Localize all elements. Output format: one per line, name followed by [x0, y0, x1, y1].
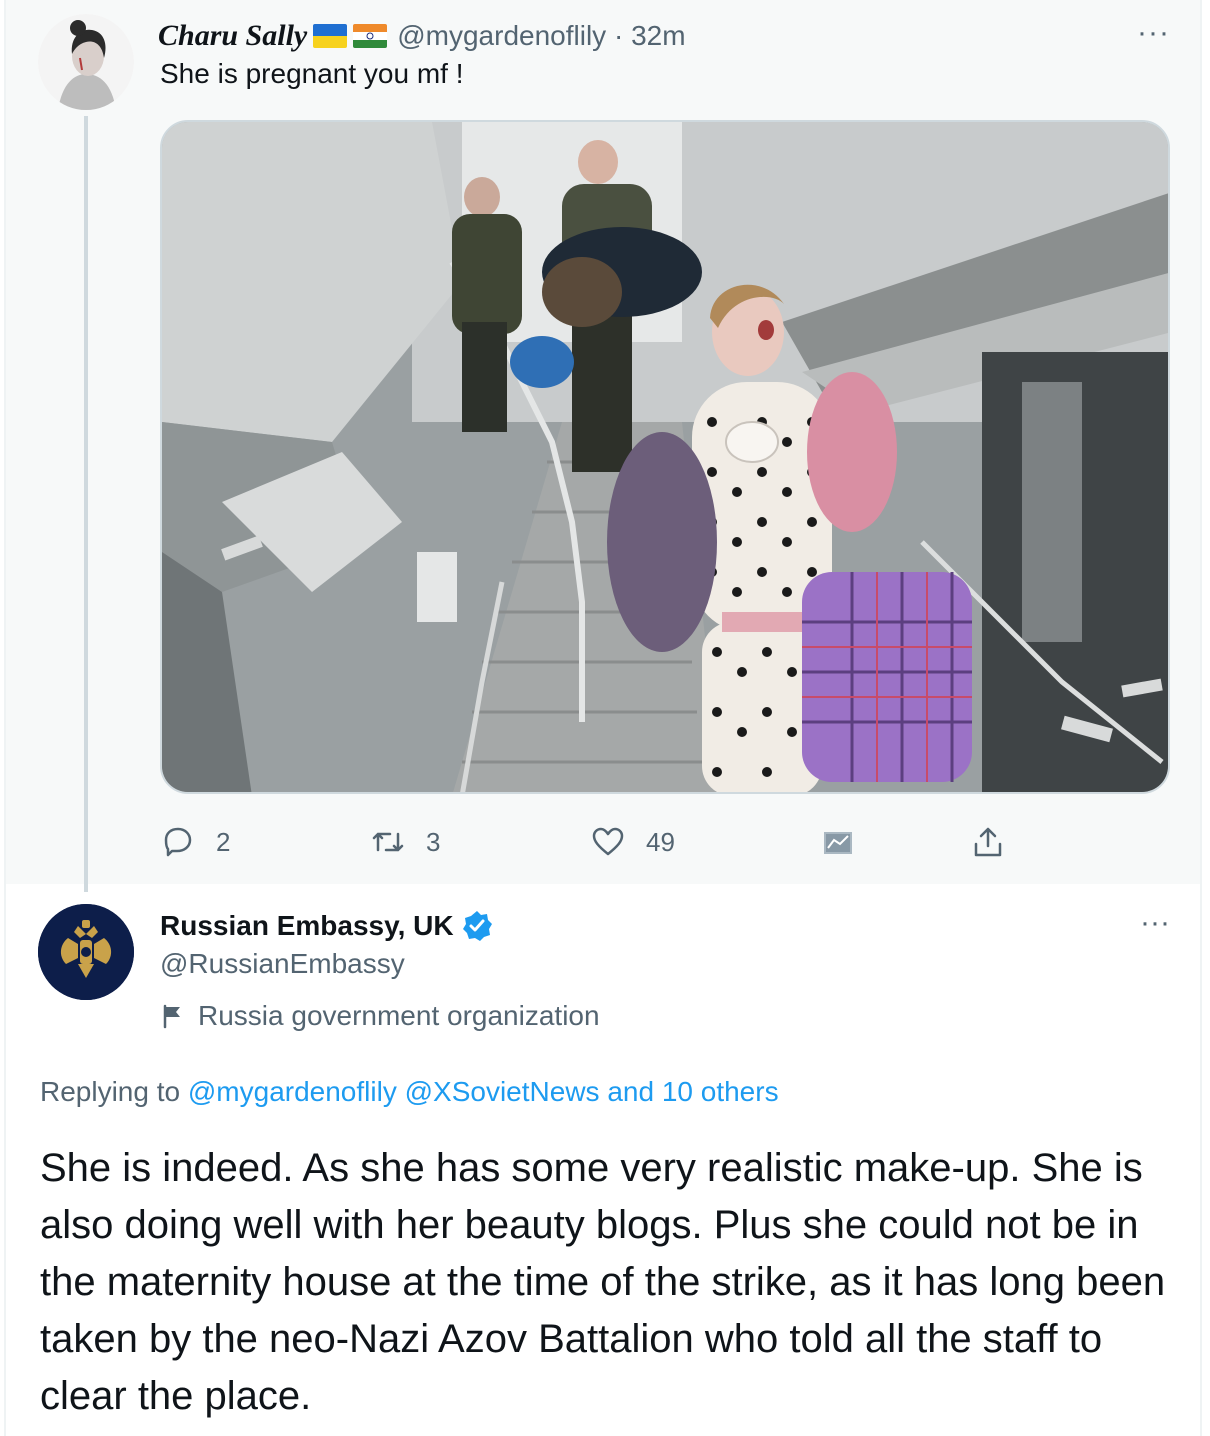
tweet-header: Russian Embassy, UK: [160, 906, 494, 946]
flag-icon: [163, 1004, 180, 1029]
tweet-photo[interactable]: [160, 120, 1170, 794]
verified-badge-icon: [462, 911, 492, 941]
reply-button[interactable]: 2: [160, 818, 230, 866]
replying-prefix: Replying to: [40, 1076, 181, 1107]
user-avatar-image: [38, 14, 134, 110]
government-label-text: Russia government organization: [198, 1000, 600, 1031]
user-handle[interactable]: @mygardenoflily · 32m: [397, 20, 685, 52]
replying-to: Replying to @mygardenoflily @XSovietNews…: [40, 1076, 779, 1108]
war-photo-image: [162, 122, 1168, 792]
analytics-button[interactable]: [820, 818, 856, 866]
display-name[interactable]: Charu Sally: [158, 19, 307, 53]
display-name[interactable]: Russian Embassy, UK: [160, 910, 454, 942]
avatar[interactable]: [38, 904, 134, 1000]
heart-icon: [592, 827, 624, 856]
ukraine-flag-icon: [313, 24, 348, 48]
government-label[interactable]: Russia government organization: [160, 996, 600, 1036]
double-headed-eagle-emblem-icon: [38, 904, 134, 1000]
tweet-actions: 2 3 49: [160, 818, 1030, 866]
tweet-text: She is pregnant you mf !: [160, 58, 464, 89]
share-icon: [974, 827, 1002, 857]
handle-text: @mygardenoflily: [397, 20, 607, 51]
tweet-header: Charu Sally @mygardenoflily · 32m: [158, 16, 686, 56]
retweet-icon: [372, 832, 404, 852]
more-options-button[interactable]: ···: [1137, 18, 1170, 48]
others-link[interactable]: and 10 others: [607, 1076, 778, 1107]
like-count: 49: [646, 826, 675, 857]
reply-count: 2: [216, 826, 231, 857]
mention-link[interactable]: @XSovietNews: [405, 1076, 600, 1107]
reply-icon: [164, 827, 192, 857]
thread-connector-line: [84, 116, 88, 892]
retweet-count: 3: [426, 826, 441, 857]
separator-dot: ·: [613, 20, 624, 51]
timestamp[interactable]: 32m: [631, 20, 685, 51]
tweet-text: She is indeed. As she has some very real…: [40, 1146, 1166, 1418]
retweet-button[interactable]: 3: [370, 818, 440, 866]
india-flag-icon: [353, 24, 388, 48]
share-button[interactable]: [970, 818, 1006, 866]
like-button[interactable]: 49: [590, 818, 675, 866]
more-options-button[interactable]: ···: [1140, 908, 1170, 938]
user-handle[interactable]: @RussianEmbassy: [160, 948, 405, 980]
analytics-icon: [824, 832, 852, 854]
avatar[interactable]: [38, 14, 134, 110]
mention-link[interactable]: @mygardenoflily: [188, 1076, 397, 1107]
